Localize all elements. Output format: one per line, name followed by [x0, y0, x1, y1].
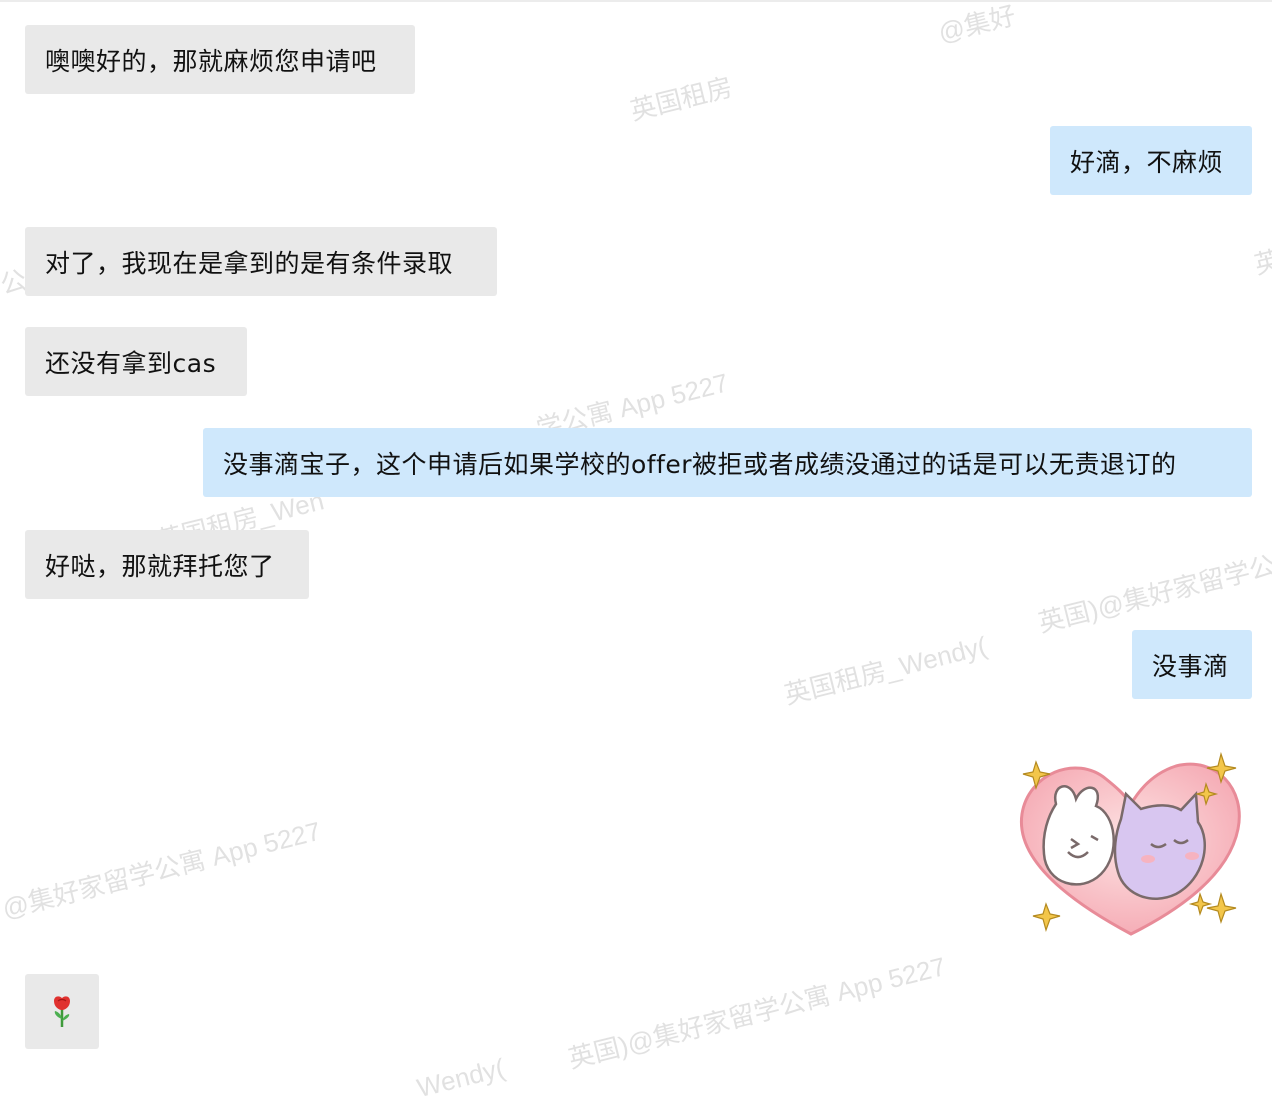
message-text: 好哒，那就拜托您了 [45, 551, 275, 581]
message-bubble-received[interactable]: 噢噢好的，那就麻烦您申请吧 [25, 25, 415, 94]
message-text: 对了，我现在是拿到的是有条件录取 [45, 248, 454, 278]
rose-emoji-icon [54, 995, 70, 1027]
message-bubble-received[interactable]: 对了，我现在是拿到的是有条件录取 [25, 227, 497, 296]
message-text: 没事滴 [1152, 651, 1229, 681]
message-text: 好滴，不麻烦 [1070, 147, 1224, 177]
message-bubble-sent[interactable]: 好滴，不麻烦 [1050, 126, 1252, 195]
heart-sticker-icon [1019, 751, 1241, 936]
message-text: 噢噢好的，那就麻烦您申请吧 [45, 46, 377, 76]
message-bubble-received[interactable]: 好哒，那就拜托您了 [25, 530, 309, 599]
message-bubble-sent[interactable]: 没事滴 [1132, 630, 1252, 699]
chat-thread: 噢噢好的，那就麻烦您申请吧 好滴，不麻烦 对了，我现在是拿到的是有条件录取 还没… [0, 0, 1272, 1080]
message-text: 还没有拿到cas [45, 348, 217, 378]
message-bubble-received[interactable]: 还没有拿到cas [25, 327, 247, 396]
heart-bunny-cat-sticker[interactable] [1016, 744, 1246, 944]
message-bubble-received[interactable] [25, 974, 99, 1049]
message-text: 没事滴宝子，这个申请后如果学校的offer被拒或者成绩没通过的话是可以无责退订的 [223, 449, 1177, 479]
message-bubble-sent[interactable]: 没事滴宝子，这个申请后如果学校的offer被拒或者成绩没通过的话是可以无责退订的 [203, 428, 1252, 497]
